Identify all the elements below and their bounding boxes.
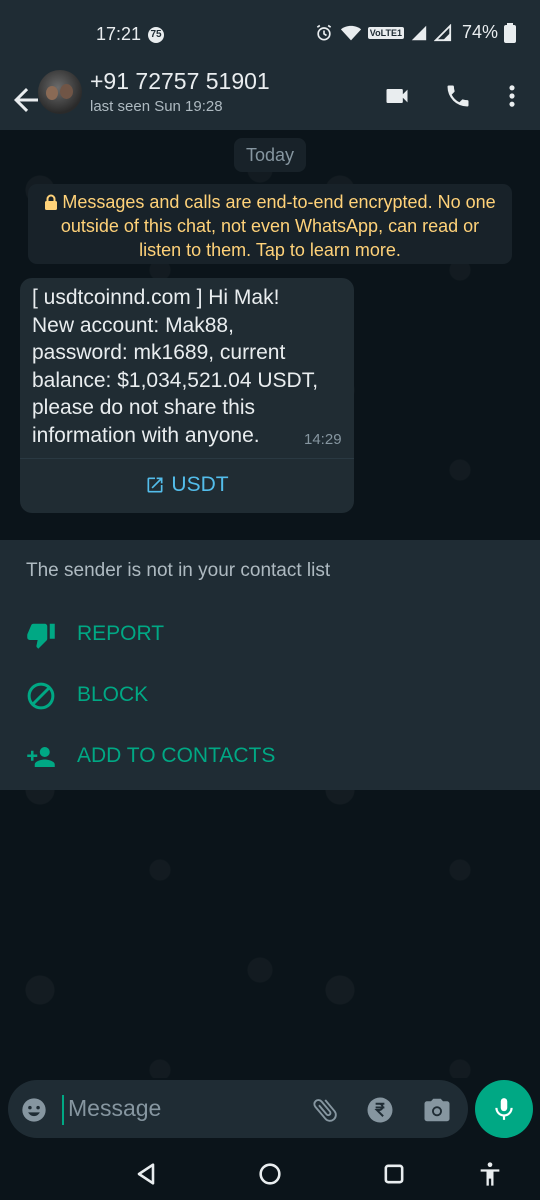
unknown-sender-notice: The sender is not in your contact list	[26, 560, 331, 581]
add-person-icon	[27, 747, 55, 767]
more-options-icon[interactable]	[498, 82, 526, 110]
report-button[interactable]: REPORT	[0, 608, 540, 660]
message-composer[interactable]: Message	[8, 1080, 468, 1138]
message-time: 14:29	[304, 431, 342, 448]
unknown-sender-panel: The sender is not in your contact list R…	[0, 540, 540, 790]
mic-icon	[495, 1098, 513, 1120]
message-text: [ usdtcoinnd.com ] Hi Mak! New account: …	[32, 286, 319, 447]
signal-icon	[411, 25, 427, 40]
phone-icon[interactable]	[444, 82, 472, 110]
thumbs-down-icon	[27, 623, 55, 649]
mic-button[interactable]	[475, 1080, 533, 1138]
alarm-icon	[316, 24, 331, 40]
report-label: REPORT	[77, 622, 165, 645]
external-link-icon	[147, 477, 163, 493]
message-input[interactable]: Message	[68, 1095, 161, 1122]
signal-icon-2	[433, 23, 452, 41]
contact-name[interactable]: +91 72757 51901	[90, 68, 270, 95]
add-to-contacts-label: ADD TO CONTACTS	[77, 744, 276, 767]
back-nav-icon[interactable]	[132, 1160, 160, 1188]
block-button[interactable]: BLOCK	[0, 669, 540, 721]
video-call-icon[interactable]	[383, 82, 411, 110]
usdt-link-label: USDT	[171, 473, 229, 496]
home-nav-icon[interactable]	[256, 1160, 284, 1188]
camera-icon[interactable]	[422, 1095, 452, 1125]
volte-badge: VoLTE1	[367, 26, 404, 39]
last-seen: last seen Sun 19:28	[90, 98, 223, 115]
system-nav-bar	[0, 1148, 540, 1200]
battery-percent: 74%	[461, 22, 498, 42]
add-to-contacts-button[interactable]: ADD TO CONTACTS	[0, 730, 540, 782]
wifi-icon	[340, 25, 361, 40]
status-bar: 17:21 75 VoLTE1 74%	[0, 0, 540, 70]
avatar[interactable]	[38, 70, 82, 114]
rupee-icon[interactable]	[365, 1095, 395, 1125]
chat-area[interactable]: Today Messages and calls are end-to-end …	[0, 130, 540, 1078]
usdt-link-button[interactable]: USDT	[20, 462, 354, 508]
encryption-notice[interactable]: Messages and calls are end-to-end encryp…	[28, 184, 512, 264]
text-cursor	[62, 1095, 64, 1125]
block-label: BLOCK	[77, 683, 149, 706]
lock-icon	[45, 194, 58, 210]
date-chip: Today	[234, 138, 306, 172]
encryption-text: Messages and calls are end-to-end encryp…	[60, 192, 496, 260]
status-icons: VoLTE1 74%	[314, 22, 516, 43]
accessibility-icon[interactable]	[476, 1160, 504, 1188]
block-icon	[27, 682, 55, 710]
status-time: 17:21	[96, 24, 142, 44]
attach-icon[interactable]	[310, 1095, 340, 1125]
emoji-icon[interactable]	[20, 1096, 48, 1124]
message-bubble[interactable]: [ usdtcoinnd.com ] Hi Mak! New account: …	[20, 278, 354, 513]
recents-nav-icon[interactable]	[380, 1160, 408, 1188]
divider	[20, 458, 354, 459]
battery-icon	[504, 22, 516, 43]
chat-header: +91 72757 51901 last seen Sun 19:28	[0, 68, 540, 130]
notification-badge: 75	[148, 27, 164, 43]
